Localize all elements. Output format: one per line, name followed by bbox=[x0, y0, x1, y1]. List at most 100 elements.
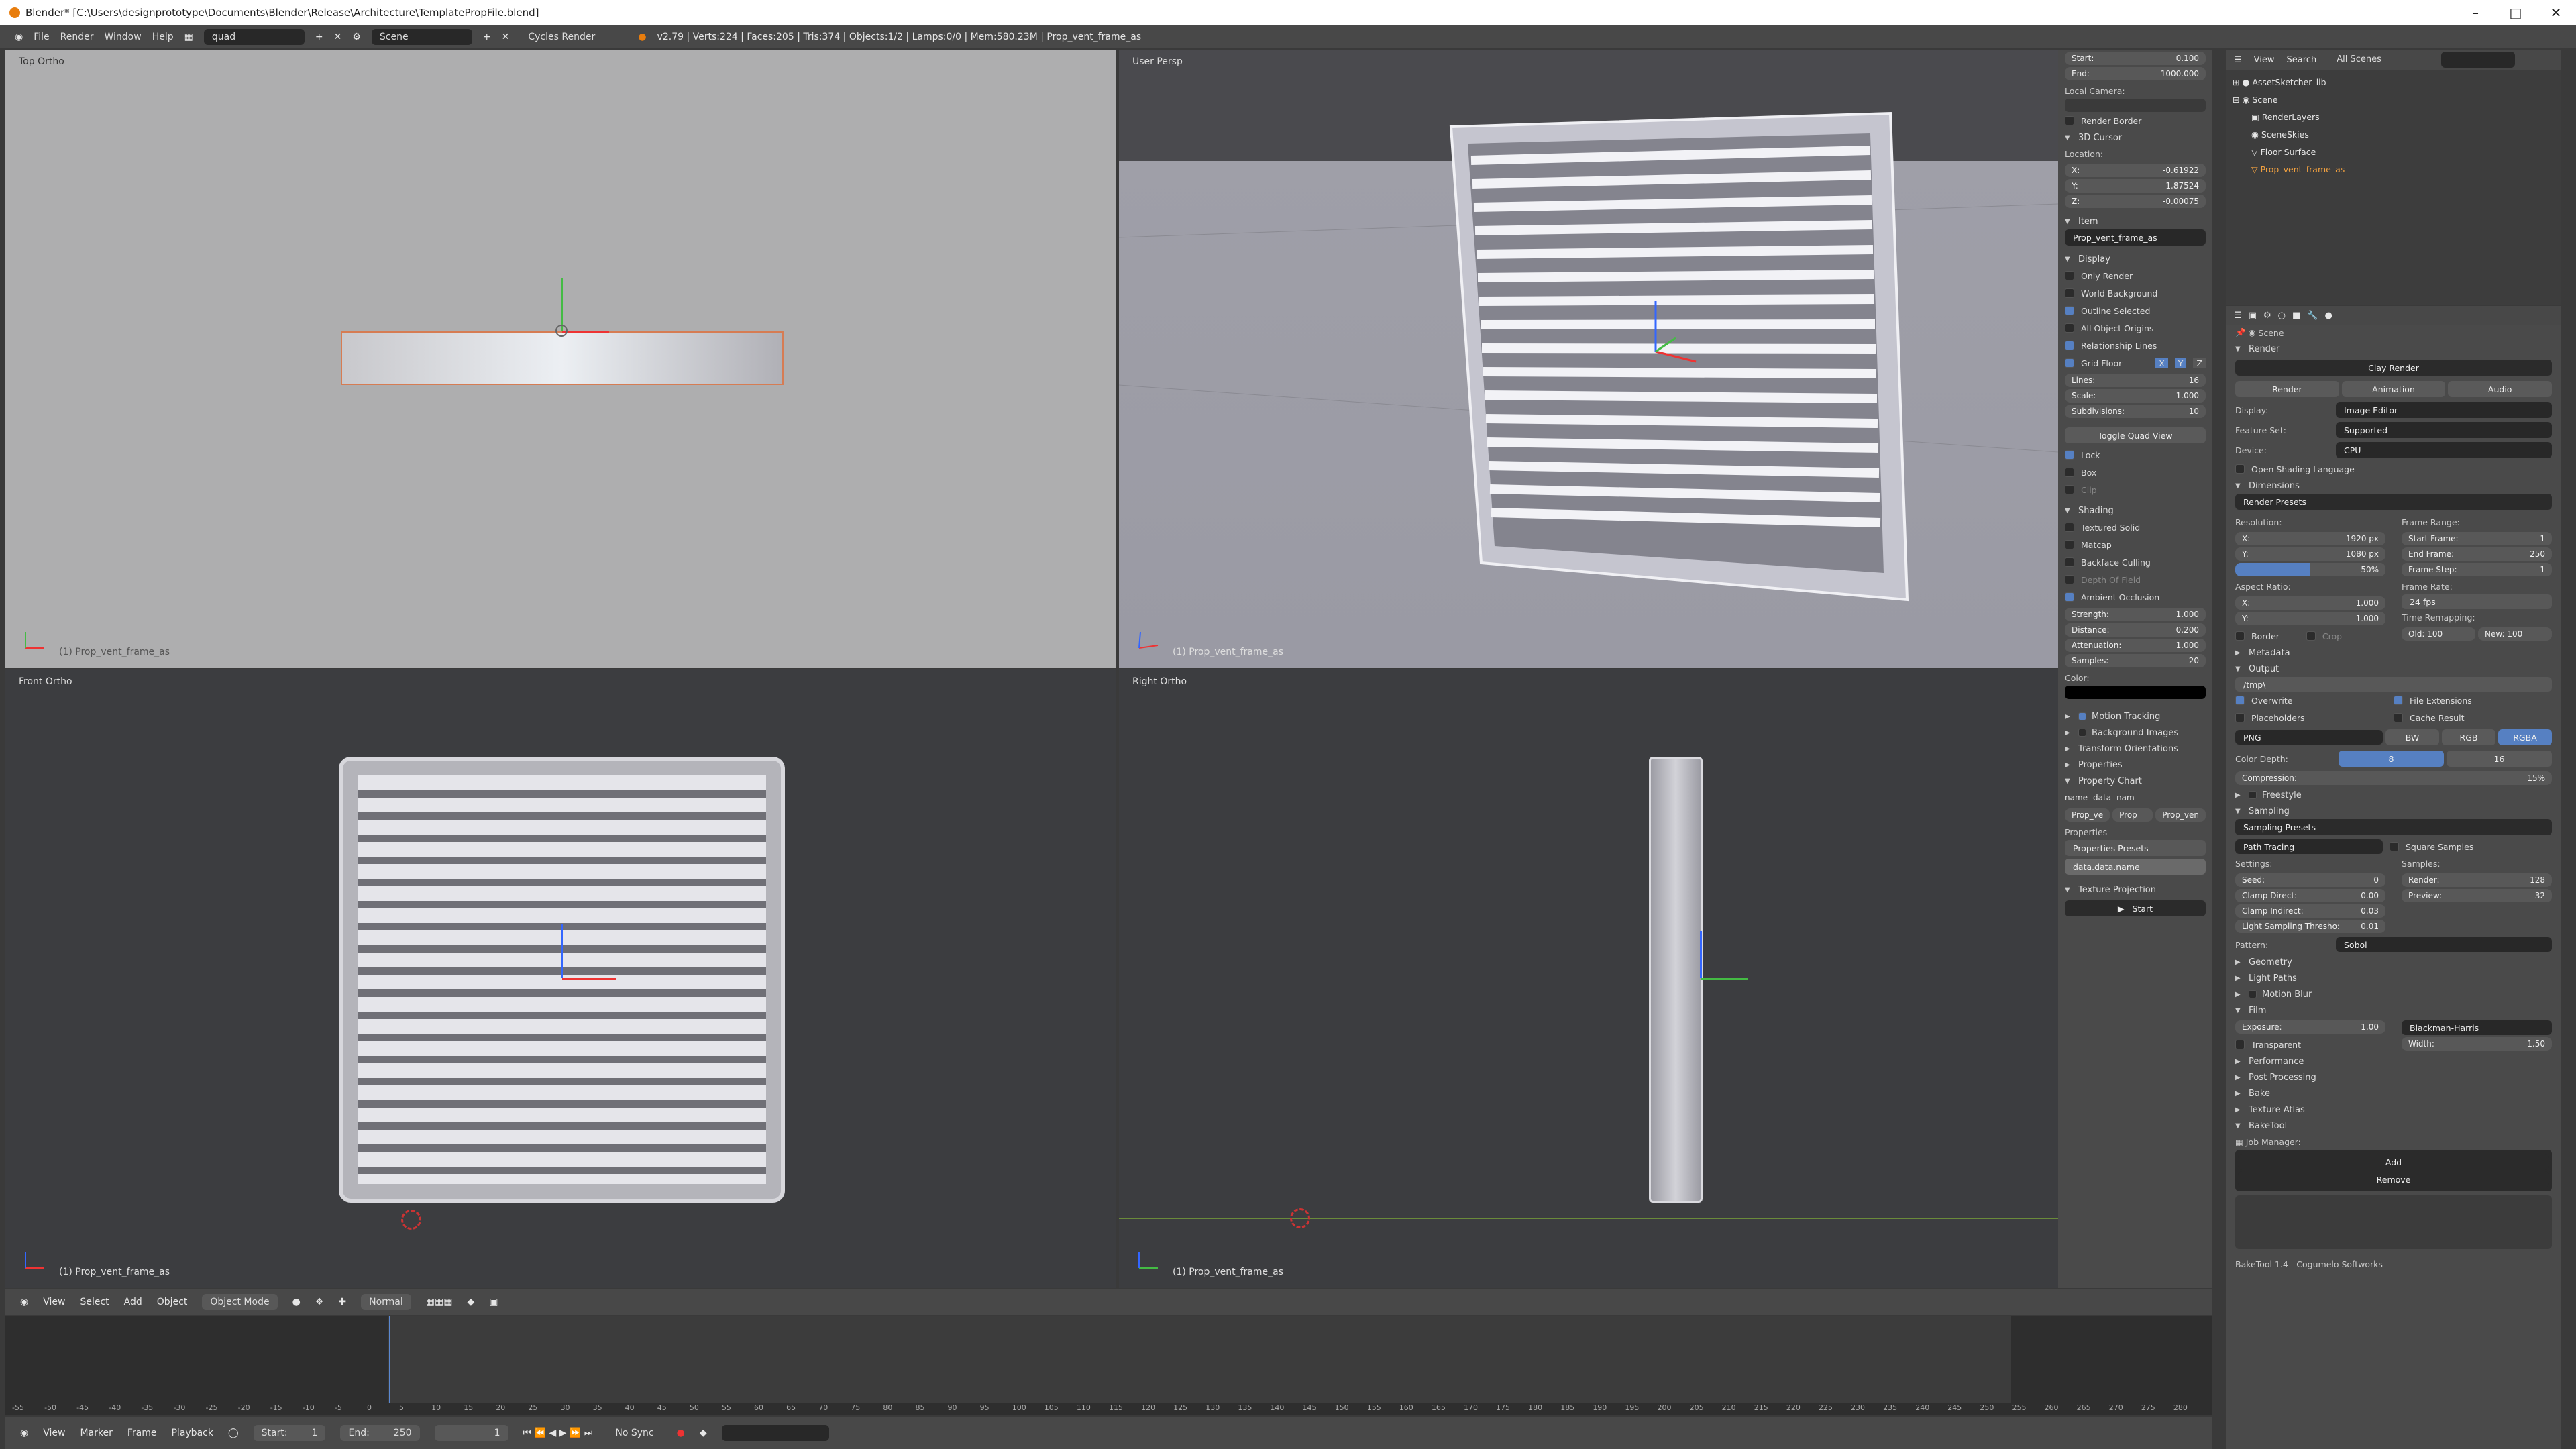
item-name-field[interactable]: Prop_vent_frame_as bbox=[2065, 229, 2206, 246]
border-check[interactable]: Border Crop bbox=[2235, 627, 2385, 645]
property-chart-header[interactable]: ▼ Property Chart bbox=[2065, 773, 2206, 789]
keying-set-icon[interactable]: ◆ bbox=[700, 1428, 707, 1438]
sync-select[interactable]: No Sync bbox=[607, 1425, 662, 1441]
start-frame-field[interactable]: Start Frame: 1 bbox=[2402, 532, 2552, 545]
menu-select[interactable]: Select bbox=[80, 1297, 109, 1307]
keying-set-field[interactable] bbox=[721, 1425, 829, 1441]
square-samples-check[interactable]: Square Samples bbox=[2390, 838, 2473, 855]
depth-of-field-check[interactable]: Depth Of Field bbox=[2065, 571, 2206, 588]
menu-view[interactable]: View bbox=[2254, 55, 2275, 65]
remove-screen-icon[interactable]: ✕ bbox=[334, 32, 342, 42]
quad-lock-check[interactable]: Lock bbox=[2065, 446, 2206, 464]
render-presets-select[interactable]: Render Presets bbox=[2235, 494, 2552, 510]
feature-set-select[interactable]: Supported bbox=[2336, 422, 2552, 438]
texture-atlas-header[interactable]: ▶ Texture Atlas bbox=[2235, 1102, 2552, 1118]
property-chart-values[interactable]: Prop_ve Prop Prop_ven bbox=[2065, 806, 2206, 824]
scene-field[interactable]: Scene bbox=[371, 29, 472, 45]
remove-job-button[interactable]: Remove bbox=[2238, 1171, 2549, 1187]
tree-item-sceneskies[interactable]: ◉ SceneSkies bbox=[2233, 126, 2555, 144]
outline-selected-check[interactable]: Outline Selected bbox=[2065, 302, 2206, 319]
maximize-icon[interactable]: □ bbox=[2496, 0, 2536, 25]
job-list[interactable] bbox=[2235, 1195, 2552, 1249]
toggle-quad-view-button[interactable]: Toggle Quad View bbox=[2065, 427, 2206, 443]
metadata-header[interactable]: ▶ Metadata bbox=[2235, 645, 2552, 661]
search-input[interactable] bbox=[2441, 52, 2516, 68]
close-icon[interactable]: ✕ bbox=[2536, 0, 2576, 25]
geometry-header[interactable]: ▶ Geometry bbox=[2235, 954, 2552, 970]
tree-item-floor-surface[interactable]: ▽ Floor Surface bbox=[2233, 144, 2555, 161]
filter-width-field[interactable]: Width: 1.50 bbox=[2402, 1037, 2552, 1051]
placeholders-check[interactable]: Placeholders bbox=[2235, 709, 2394, 727]
viewport-front-ortho[interactable]: Front Ortho (1) Prop_vent_frame_as bbox=[5, 669, 1116, 1288]
y-axis-arrow[interactable] bbox=[1701, 978, 1748, 980]
editor-type-icon[interactable]: ☰ bbox=[2234, 55, 2242, 65]
render-border-check[interactable]: Render Border bbox=[2065, 112, 2206, 129]
backface-culling-check[interactable]: Backface Culling bbox=[2065, 553, 2206, 571]
compression-slider[interactable]: Compression: 15% bbox=[2235, 771, 2552, 785]
menu-marker[interactable]: Marker bbox=[80, 1428, 112, 1438]
display-panel-header[interactable]: ▼ Display bbox=[2065, 251, 2206, 267]
viewport-right-ortho[interactable]: Right Ortho (1) Prop_vent_frame_as bbox=[1119, 669, 2058, 1288]
baketool-header[interactable]: ▼ BakeTool bbox=[2235, 1118, 2552, 1134]
tree-item-prop-vent[interactable]: ▽ Prop_vent_frame_as bbox=[2233, 161, 2555, 178]
item-panel-header[interactable]: ▼ Item bbox=[2065, 213, 2206, 229]
ambient-occlusion-check[interactable]: Ambient Occlusion bbox=[2065, 588, 2206, 606]
cache-result-check[interactable]: Cache Result bbox=[2394, 709, 2552, 727]
exposure-field[interactable]: Exposure: 1.00 bbox=[2235, 1020, 2385, 1034]
end-frame-field[interactable]: End Frame: 250 bbox=[2402, 547, 2552, 561]
light-paths-header[interactable]: ▶ Light Paths bbox=[2235, 970, 2552, 986]
current-frame-field[interactable]: 1 bbox=[434, 1425, 508, 1441]
shading-mode-icon[interactable]: ● bbox=[292, 1297, 301, 1307]
display-mode-select[interactable]: All Scenes bbox=[2328, 52, 2430, 68]
cursor-x-field[interactable]: X: -0.61922 bbox=[2065, 164, 2206, 177]
y-axis-arrow[interactable] bbox=[561, 278, 563, 331]
menu-render[interactable]: Render bbox=[60, 32, 94, 42]
overwrite-check[interactable]: Overwrite bbox=[2235, 692, 2394, 709]
editor-type-icon[interactable]: ◉ bbox=[15, 32, 23, 42]
end-frame-field[interactable]: End: 250 bbox=[340, 1425, 420, 1441]
tree-item-scene[interactable]: ⊟ ◉ Scene bbox=[2233, 91, 2555, 109]
playback-controls-icon[interactable]: ⏮ ⏪ ◀ ▶ ⏩ ⏭ bbox=[523, 1428, 593, 1438]
add-screen-icon[interactable]: + bbox=[315, 32, 323, 42]
depth-16-button[interactable]: 16 bbox=[2447, 751, 2552, 767]
viewport-top-ortho[interactable]: Top Ortho (1) Prop_vent_frame_as bbox=[5, 50, 1116, 668]
sampling-presets-select[interactable]: Sampling Presets bbox=[2235, 819, 2552, 835]
local-camera-field[interactable] bbox=[2065, 99, 2206, 112]
current-frame-line[interactable] bbox=[389, 1316, 390, 1403]
audio-button[interactable]: Audio bbox=[2448, 381, 2553, 397]
post-processing-header[interactable]: ▶ Post Processing bbox=[2235, 1069, 2552, 1085]
start-button[interactable]: ▶ Start bbox=[2065, 900, 2206, 916]
film-header[interactable]: ▼ Film bbox=[2235, 1002, 2552, 1018]
depth-8-button[interactable]: 8 bbox=[2339, 751, 2444, 767]
sampling-header[interactable]: ▼ Sampling bbox=[2235, 803, 2552, 819]
menu-window[interactable]: Window bbox=[105, 32, 142, 42]
dimensions-header[interactable]: ▼ Dimensions bbox=[2235, 478, 2552, 494]
vent-mesh-right[interactable] bbox=[1649, 757, 1703, 1203]
aspect-x-field[interactable]: X: 1.000 bbox=[2235, 596, 2385, 610]
motion-blur-header[interactable]: ▶ Motion Blur bbox=[2235, 986, 2552, 1002]
cursor-y-field[interactable]: Y: -1.87524 bbox=[2065, 179, 2206, 193]
menu-search[interactable]: Search bbox=[2287, 55, 2317, 65]
vent-mesh-persp[interactable] bbox=[1119, 50, 2058, 668]
screen-layout-field[interactable]: quad bbox=[203, 29, 305, 45]
ao-attenuation-field[interactable]: Attenuation: 1.000 bbox=[2065, 639, 2206, 652]
preview-samples-field[interactable]: Preview: 32 bbox=[2402, 889, 2552, 902]
device-select[interactable]: CPU bbox=[2336, 442, 2552, 458]
performance-header[interactable]: ▶ Performance bbox=[2235, 1053, 2552, 1069]
snap-icon[interactable]: ◆ bbox=[467, 1297, 474, 1307]
pivot-icon[interactable]: ❖ bbox=[315, 1297, 324, 1307]
osl-check[interactable]: Open Shading Language bbox=[2235, 460, 2552, 478]
rgb-button[interactable]: RGB bbox=[2442, 729, 2496, 745]
pattern-select[interactable]: Sobol bbox=[2336, 937, 2552, 952]
mode-select[interactable]: Object Mode bbox=[202, 1294, 278, 1310]
render-icon[interactable]: ▣ bbox=[489, 1297, 498, 1307]
clamp-indirect-field[interactable]: Clamp Indirect: 0.03 bbox=[2235, 904, 2385, 918]
clay-render-button[interactable]: Clay Render bbox=[2235, 360, 2552, 376]
render-button[interactable]: Render bbox=[2235, 381, 2339, 397]
grid-floor-check[interactable]: Grid Floor X Y Z bbox=[2065, 354, 2206, 372]
time-new-field[interactable]: New: 100 bbox=[2478, 627, 2552, 641]
bake-header[interactable]: ▶ Bake bbox=[2235, 1085, 2552, 1102]
cursor-panel-header[interactable]: ▼ 3D Cursor bbox=[2065, 129, 2206, 146]
menu-help[interactable]: Help bbox=[152, 32, 174, 42]
viewport-user-persp[interactable]: User Persp (1) Prop_vent_frame_as bbox=[1119, 50, 2058, 668]
